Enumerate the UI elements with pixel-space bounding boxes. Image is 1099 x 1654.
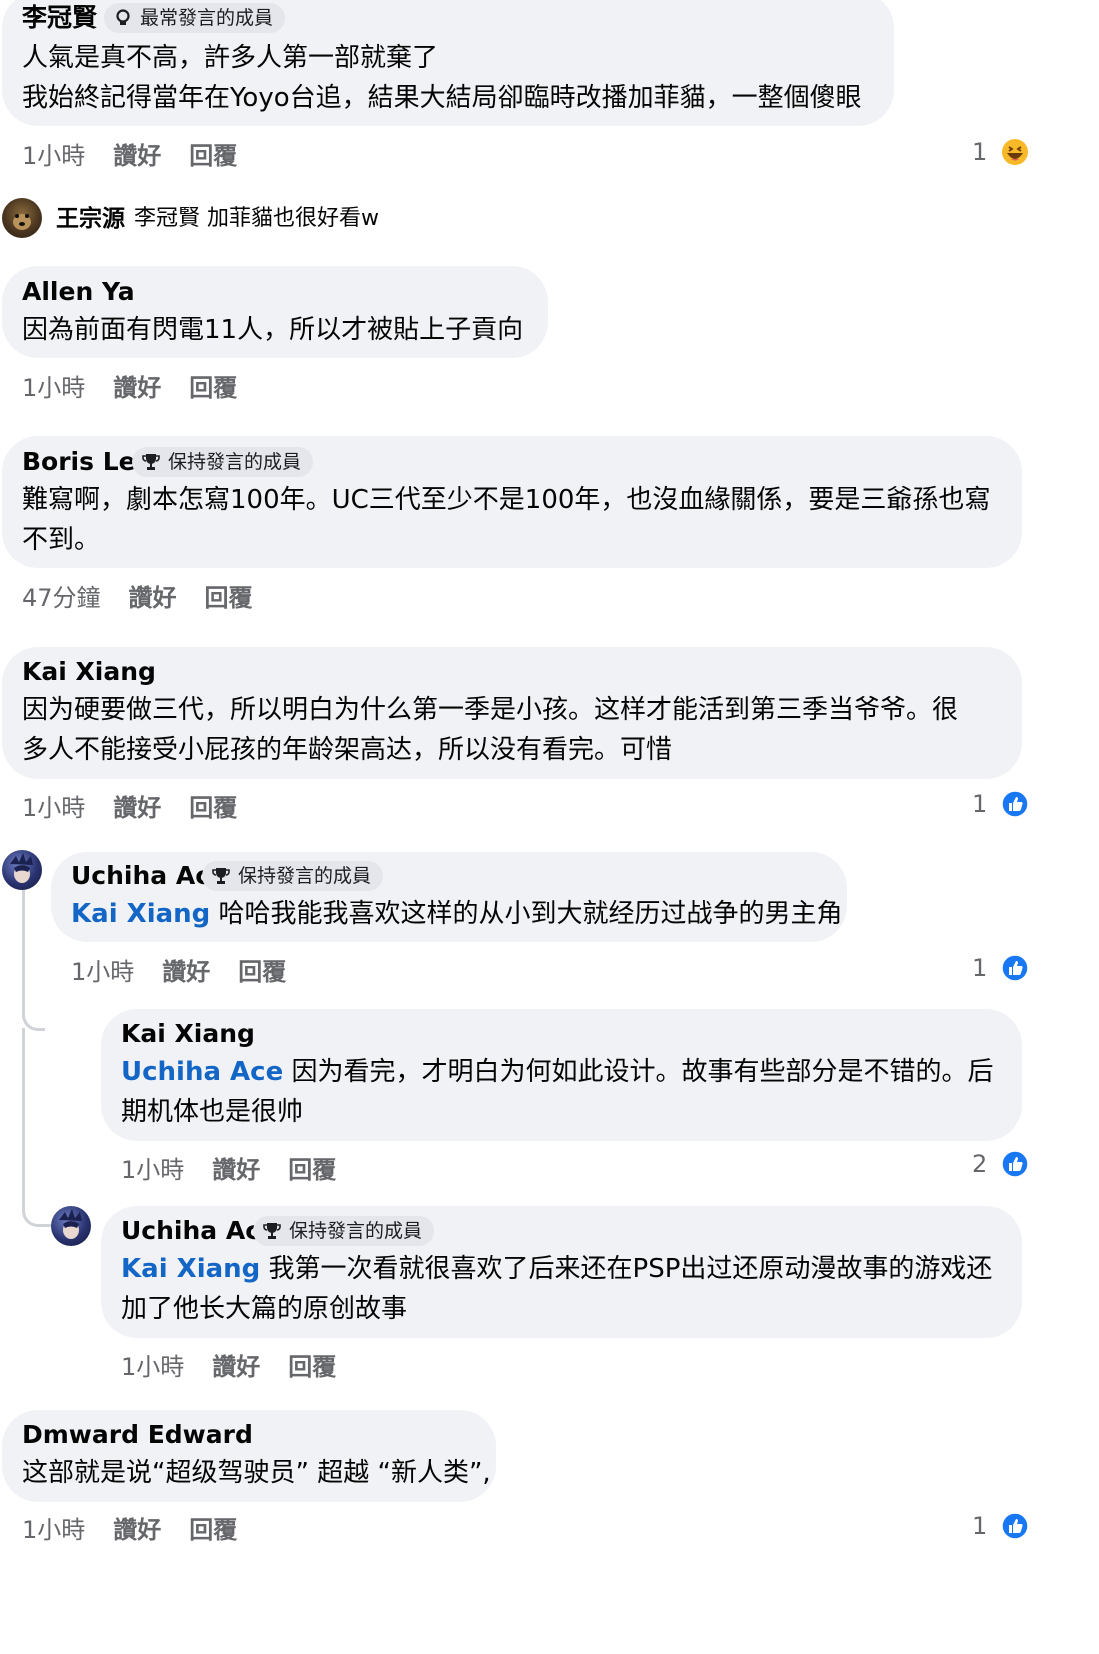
comment-text: 加了他长大篇的原创故事 [121, 1294, 408, 1324]
reaction-count: 1 [972, 1512, 988, 1540]
reaction-summary[interactable]: 1 [972, 136, 1029, 167]
reaction-count: 2 [972, 1150, 988, 1178]
comment-meta: 1小時 讚好 回覆 [22, 792, 265, 824]
comment-time[interactable]: 1小時 [121, 1154, 184, 1186]
reply-button[interactable]: 回覆 [288, 1351, 336, 1383]
reaction-count: 1 [972, 138, 988, 166]
like-icon [1001, 1150, 1029, 1178]
like-icon [1001, 790, 1029, 818]
member-badge-label: 保持發言的成員 [238, 865, 372, 887]
comment-time[interactable]: 1小時 [71, 956, 134, 988]
avatar[interactable] [2, 198, 42, 238]
reply-preview-mention: 李冠賢 [134, 206, 201, 231]
comment-text: 这部就是说“超级驾驶员” 超越 “新人类”, [22, 1458, 491, 1488]
like-button[interactable]: 讚好 [113, 1514, 161, 1546]
reply-button[interactable]: 回覆 [288, 1154, 336, 1186]
comment-text: 我始終記得當年在Yoyo台追，結果大結局卻臨時改播加菲貓，一整個傻眼 [22, 83, 862, 113]
like-button[interactable]: 讚好 [113, 372, 161, 404]
comment-author[interactable]: Dmward Edward [22, 1419, 253, 1451]
dog-face-icon [13, 214, 31, 230]
reaction-count: 1 [972, 790, 988, 818]
like-button[interactable]: 讚好 [129, 582, 177, 614]
comment-meta: 1小時 讚好 回覆 [22, 372, 265, 404]
member-badge-label: 保持發言的成員 [289, 1220, 423, 1242]
reply-button[interactable]: 回覆 [205, 582, 253, 614]
comment-author[interactable]: 李冠賢 [22, 2, 97, 34]
reply-preview-text: 加菲貓也很好看w [207, 206, 380, 231]
trophy-icon [212, 868, 230, 884]
like-button[interactable]: 讚好 [113, 140, 161, 172]
member-badge-label: 保持發言的成員 [168, 451, 302, 473]
comment-text: 人氣是真不高，許多人第一部就棄了 [22, 43, 439, 73]
reply-preview[interactable]: 李冠賢 加菲貓也很好看w [134, 203, 379, 235]
comment-author[interactable]: Kai Xiang [22, 656, 156, 688]
trophy-icon [142, 454, 160, 470]
comment-meta: 47分鐘 讚好 回覆 [22, 582, 281, 614]
member-badge[interactable]: 保持發言的成員 [202, 861, 384, 891]
reply-button[interactable]: 回覆 [189, 1514, 237, 1546]
reaction-summary[interactable]: 1 [972, 1510, 1029, 1541]
mention-link[interactable]: Kai Xiang [71, 899, 210, 929]
reply-button[interactable]: 回覆 [238, 956, 286, 988]
comment-time[interactable]: 1小時 [22, 140, 85, 172]
like-icon [1001, 1512, 1029, 1540]
reaction-summary[interactable]: 1 [972, 788, 1029, 819]
reaction-count: 1 [972, 954, 988, 982]
member-badge[interactable]: 保持發言的成員 [253, 1216, 435, 1246]
comment-time[interactable]: 1小時 [22, 1514, 85, 1546]
comment-text-body: 我第一次看就很喜欢了后来还在PSP出过还原动漫故事的游戏还 [260, 1254, 993, 1284]
trophy-icon [263, 1223, 281, 1239]
mention-link[interactable]: Uchiha Ace [121, 1057, 283, 1087]
comment-time[interactable]: 1小時 [22, 372, 85, 404]
comment-text: 不到。 [22, 525, 101, 555]
comment-text: 期机体也是很帅 [121, 1097, 304, 1127]
avatar[interactable] [2, 850, 42, 890]
comment-text: 多人不能接受小屁孩的年龄架高达，所以没有看完。可惜 [22, 735, 673, 765]
like-icon [1001, 954, 1029, 982]
avatar[interactable] [51, 1206, 91, 1246]
thread-connector [22, 890, 45, 1031]
reaction-summary[interactable]: 1 [972, 952, 1029, 983]
comment-time[interactable]: 1小時 [121, 1351, 184, 1383]
comment-text-body: 哈哈我能我喜欢这样的从小到大就经历过战争的男主角 [210, 899, 843, 929]
comment-meta: 1小時 讚好 回覆 [121, 1351, 364, 1383]
comment-time[interactable]: 47分鐘 [22, 582, 101, 614]
like-button[interactable]: 讚好 [212, 1351, 260, 1383]
like-button[interactable]: 讚好 [212, 1154, 260, 1186]
anime-avatar-icon [10, 853, 33, 883]
comment-author[interactable]: 王宗源 [56, 203, 125, 235]
comment-author[interactable]: Kai Xiang [121, 1018, 255, 1050]
thread-connector [22, 1028, 55, 1227]
haha-emoji-icon [1001, 139, 1028, 165]
comment-text: Kai Xiang 哈哈我能我喜欢这样的从小到大就经历过战争的男主角 [71, 894, 843, 934]
comment-text: Uchiha Ace 因为看完，才明白为何如此设计。故事有些部分是不错的。后 [121, 1052, 994, 1092]
like-button[interactable]: 讚好 [162, 956, 210, 988]
comment-text: 因为硬要做三代，所以明白为什么第一季是小孩。这样才能活到第三季当爷爷。很 [22, 695, 959, 725]
comment-meta: 1小時 讚好 回覆 [22, 140, 265, 172]
member-badge[interactable]: 保持發言的成員 [132, 447, 314, 477]
reply-button[interactable]: 回覆 [189, 372, 237, 404]
mention-link[interactable]: Kai Xiang [121, 1254, 260, 1284]
reply-button[interactable]: 回覆 [189, 140, 237, 172]
comment-text: 難寫啊，劇本怎寫100年。UC三代至少不是100年，也沒血緣關係，要是三爺孫也寫 [22, 485, 991, 515]
comment-meta: 1小時 讚好 回覆 [22, 1514, 265, 1546]
reaction-summary[interactable]: 2 [972, 1148, 1029, 1179]
comment-text: 因為前面有閃電11人，所以才被貼上子貢向 [22, 315, 524, 345]
member-badge-label: 最常發言的成員 [140, 7, 274, 29]
member-badge[interactable]: 最常發言的成員 [104, 3, 286, 33]
like-button[interactable]: 讚好 [113, 792, 161, 824]
comment-meta: 1小時 讚好 回覆 [121, 1154, 364, 1186]
comment-text: Kai Xiang 我第一次看就很喜欢了后来还在PSP出过还原动漫故事的游戏还 [121, 1249, 992, 1289]
comment-text-body: 因为看完，才明白为何如此设计。故事有些部分是不错的。后 [283, 1057, 994, 1087]
comment-meta: 1小時 讚好 回覆 [71, 956, 314, 988]
comment-author[interactable]: Allen Ya [22, 276, 135, 308]
reply-button[interactable]: 回覆 [189, 792, 237, 824]
anime-avatar-icon [59, 1209, 82, 1239]
comment-time[interactable]: 1小時 [22, 792, 85, 824]
bulb-icon [116, 9, 130, 25]
